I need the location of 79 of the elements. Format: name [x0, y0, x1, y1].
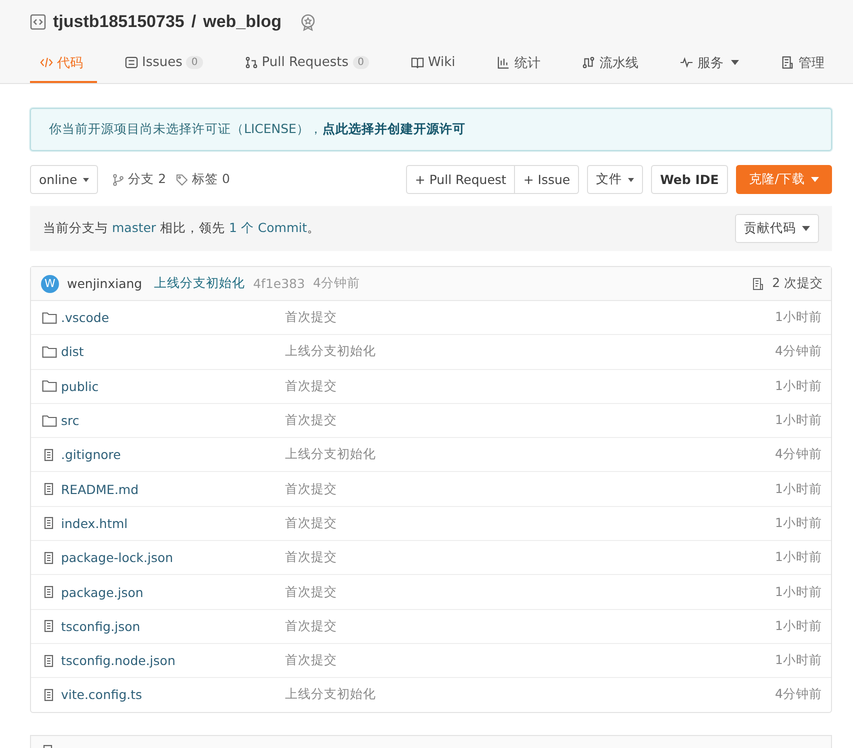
repo-owner-link[interactable]: tjustb185150735	[53, 12, 184, 32]
commit-message-link[interactable]: 首次提交	[285, 378, 776, 395]
commit-time: 1小时前	[775, 652, 822, 670]
checklist-icon	[125, 56, 138, 69]
nav-tab[interactable]: Issues 0	[115, 44, 217, 83]
commit-time: 4分钟前	[312, 275, 360, 292]
commits-icon	[752, 278, 764, 290]
license-link[interactable]: 点此选择并创建开源许可	[322, 121, 466, 136]
folder-icon	[42, 380, 57, 392]
new-pull-request-button[interactable]: + Pull Request	[406, 165, 516, 194]
commit-time: 1小时前	[775, 549, 822, 566]
commit-message-link[interactable]: 首次提交	[285, 480, 776, 498]
file-name-link[interactable]: .vscode	[61, 310, 110, 326]
commit-message-link[interactable]: 上线分支初始化	[285, 446, 776, 464]
code-icon	[40, 56, 53, 69]
file-name-link[interactable]: package-lock.json	[61, 550, 174, 566]
web-ide-button[interactable]: Web IDE	[651, 165, 728, 194]
commit-message-link[interactable]: 首次提交	[285, 514, 776, 532]
user-avatar: W	[41, 274, 59, 292]
folder-icon	[42, 312, 57, 324]
commit-message-link[interactable]: 上线分支初始化	[285, 686, 776, 704]
author-link[interactable]: wenjinxiang	[67, 276, 142, 291]
commit-message-link[interactable]: 上线分支初始化	[154, 275, 246, 292]
license-notice-text: 你当前开源项目尚未选择许可证（LICENSE），	[49, 121, 322, 136]
commit-time: 1小时前	[775, 514, 822, 532]
file-dropdown[interactable]: 文件	[587, 165, 644, 194]
nav-tab[interactable]: Pull Requests 0	[234, 44, 383, 83]
document-icon	[781, 56, 794, 69]
file-name-link[interactable]: index.html	[61, 516, 128, 531]
branch-icon	[112, 174, 124, 186]
pulse-icon	[680, 56, 694, 69]
folder-icon	[42, 346, 57, 358]
compare-text: 当前分支与 master 相比，领先 1 个 Commit。	[43, 220, 320, 237]
commit-time: 1小时前	[775, 480, 822, 498]
file-name-link[interactable]: public	[61, 378, 99, 394]
book-icon	[410, 56, 424, 69]
branch-icon	[244, 56, 258, 69]
file-name-link[interactable]: .gitignore	[61, 447, 121, 462]
commit-time: 4分钟前	[775, 343, 822, 360]
folder-icon	[42, 414, 57, 427]
file-name-link[interactable]: package.json	[61, 584, 144, 600]
nav-tab[interactable]: 流水线	[572, 44, 652, 83]
repo-name-link[interactable]: web_blog	[203, 12, 282, 32]
file-name-link[interactable]: vite.config.ts	[61, 687, 142, 702]
nav-tab[interactable]: 管理	[771, 44, 838, 83]
file-name-link[interactable]: README.md	[61, 482, 139, 497]
commit-message-link[interactable]: 首次提交	[285, 584, 776, 601]
file-name-link[interactable]: src	[61, 413, 80, 428]
commit-message-link[interactable]: 首次提交	[285, 652, 776, 670]
bar-chart-icon	[497, 56, 510, 69]
branches-link[interactable]: 分支 2	[128, 171, 166, 188]
badge-icon[interactable]	[298, 13, 317, 31]
contribute-dropdown[interactable]: 贡献代码	[735, 214, 819, 243]
code-repo-icon	[30, 14, 46, 30]
commit-time: 1小时前	[775, 412, 822, 430]
file-name-link[interactable]: tsconfig.json	[61, 618, 140, 634]
branch-dropdown[interactable]: online	[30, 165, 98, 194]
commit-message-link[interactable]: 首次提交	[285, 549, 776, 566]
new-issue-button[interactable]: + Issue	[515, 165, 580, 194]
commit-time: 4分钟前	[775, 686, 822, 704]
file-name-link[interactable]: dist	[61, 344, 84, 360]
nav-tab[interactable]: Wiki	[400, 44, 470, 83]
tag-icon	[176, 174, 188, 186]
path-separator: /	[191, 12, 196, 32]
commit-time: 1小时前	[775, 618, 822, 635]
commit-message-link[interactable]: 首次提交	[285, 618, 776, 635]
nav-tab[interactable]: 服务	[670, 44, 754, 83]
commit-time: 1小时前	[775, 309, 822, 326]
commit-time: 1小时前	[775, 378, 822, 395]
commits-count-link[interactable]: 2 次提交	[772, 275, 823, 292]
tags-link[interactable]: 标签 0	[192, 171, 230, 188]
nav-tab[interactable]: 统计	[487, 44, 554, 83]
commit-time: 4分钟前	[775, 446, 822, 464]
commit-time: 1小时前	[775, 584, 822, 601]
pipeline-icon	[582, 56, 596, 69]
commit-message-link[interactable]: 首次提交	[285, 412, 776, 430]
commit-message-link[interactable]: 上线分支初始化	[285, 343, 776, 360]
file-name-link[interactable]: tsconfig.node.json	[61, 653, 176, 668]
commit-message-link[interactable]: 首次提交	[285, 309, 776, 326]
